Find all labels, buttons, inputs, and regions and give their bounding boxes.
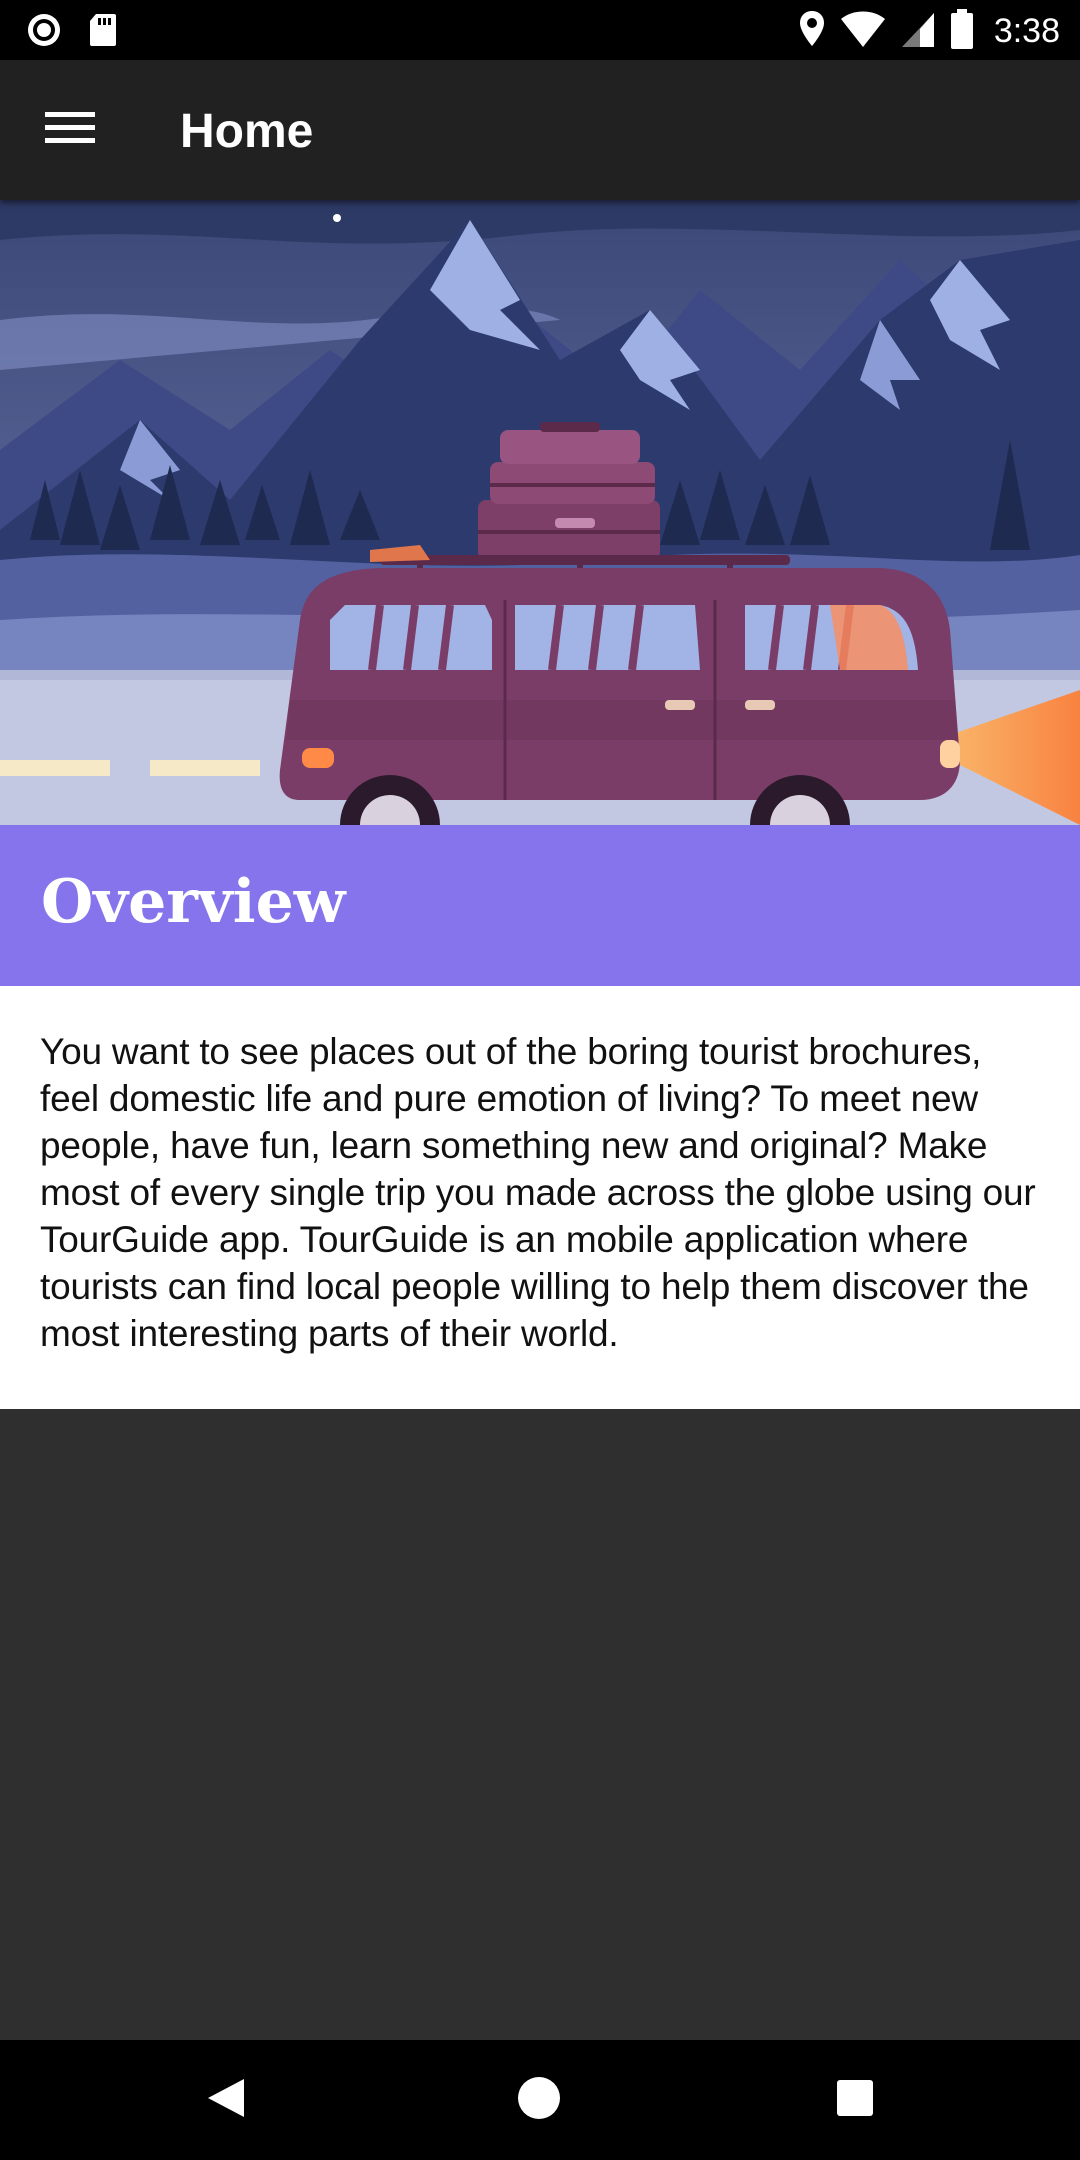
screen: 3:38 Home Overview You want to see place… bbox=[0, 0, 1080, 2160]
page-title: Home bbox=[180, 105, 314, 158]
sd-card-icon bbox=[88, 12, 118, 53]
app-bar: Home bbox=[0, 60, 1080, 200]
battery-icon bbox=[950, 8, 974, 55]
menu-button[interactable] bbox=[30, 100, 110, 160]
van-mountains-illustration bbox=[0, 200, 1080, 825]
signal-icon bbox=[900, 9, 936, 54]
hamburger-menu-icon bbox=[45, 110, 95, 151]
home-button[interactable] bbox=[509, 2070, 569, 2130]
overview-banner: Overview bbox=[0, 825, 1080, 986]
hero-image bbox=[0, 200, 1080, 825]
status-time: 3:38 bbox=[993, 12, 1060, 50]
back-icon bbox=[204, 2075, 248, 2126]
back-button[interactable] bbox=[196, 2070, 256, 2130]
overview-title: Overview bbox=[41, 867, 346, 937]
home-icon bbox=[516, 2075, 562, 2126]
status-bar: 3:38 bbox=[0, 0, 1080, 60]
record-icon bbox=[26, 12, 62, 53]
recents-icon bbox=[835, 2078, 875, 2123]
navigation-bar bbox=[0, 2040, 1080, 2160]
status-right-icons: 3:38 bbox=[798, 8, 1060, 55]
location-icon bbox=[798, 9, 826, 54]
status-left-icons bbox=[26, 12, 118, 53]
description-card: You want to see places out of the boring… bbox=[0, 986, 1080, 1409]
recents-button[interactable] bbox=[825, 2070, 885, 2130]
wifi-icon bbox=[840, 9, 886, 54]
overview-description: You want to see places out of the boring… bbox=[40, 1031, 1036, 1354]
